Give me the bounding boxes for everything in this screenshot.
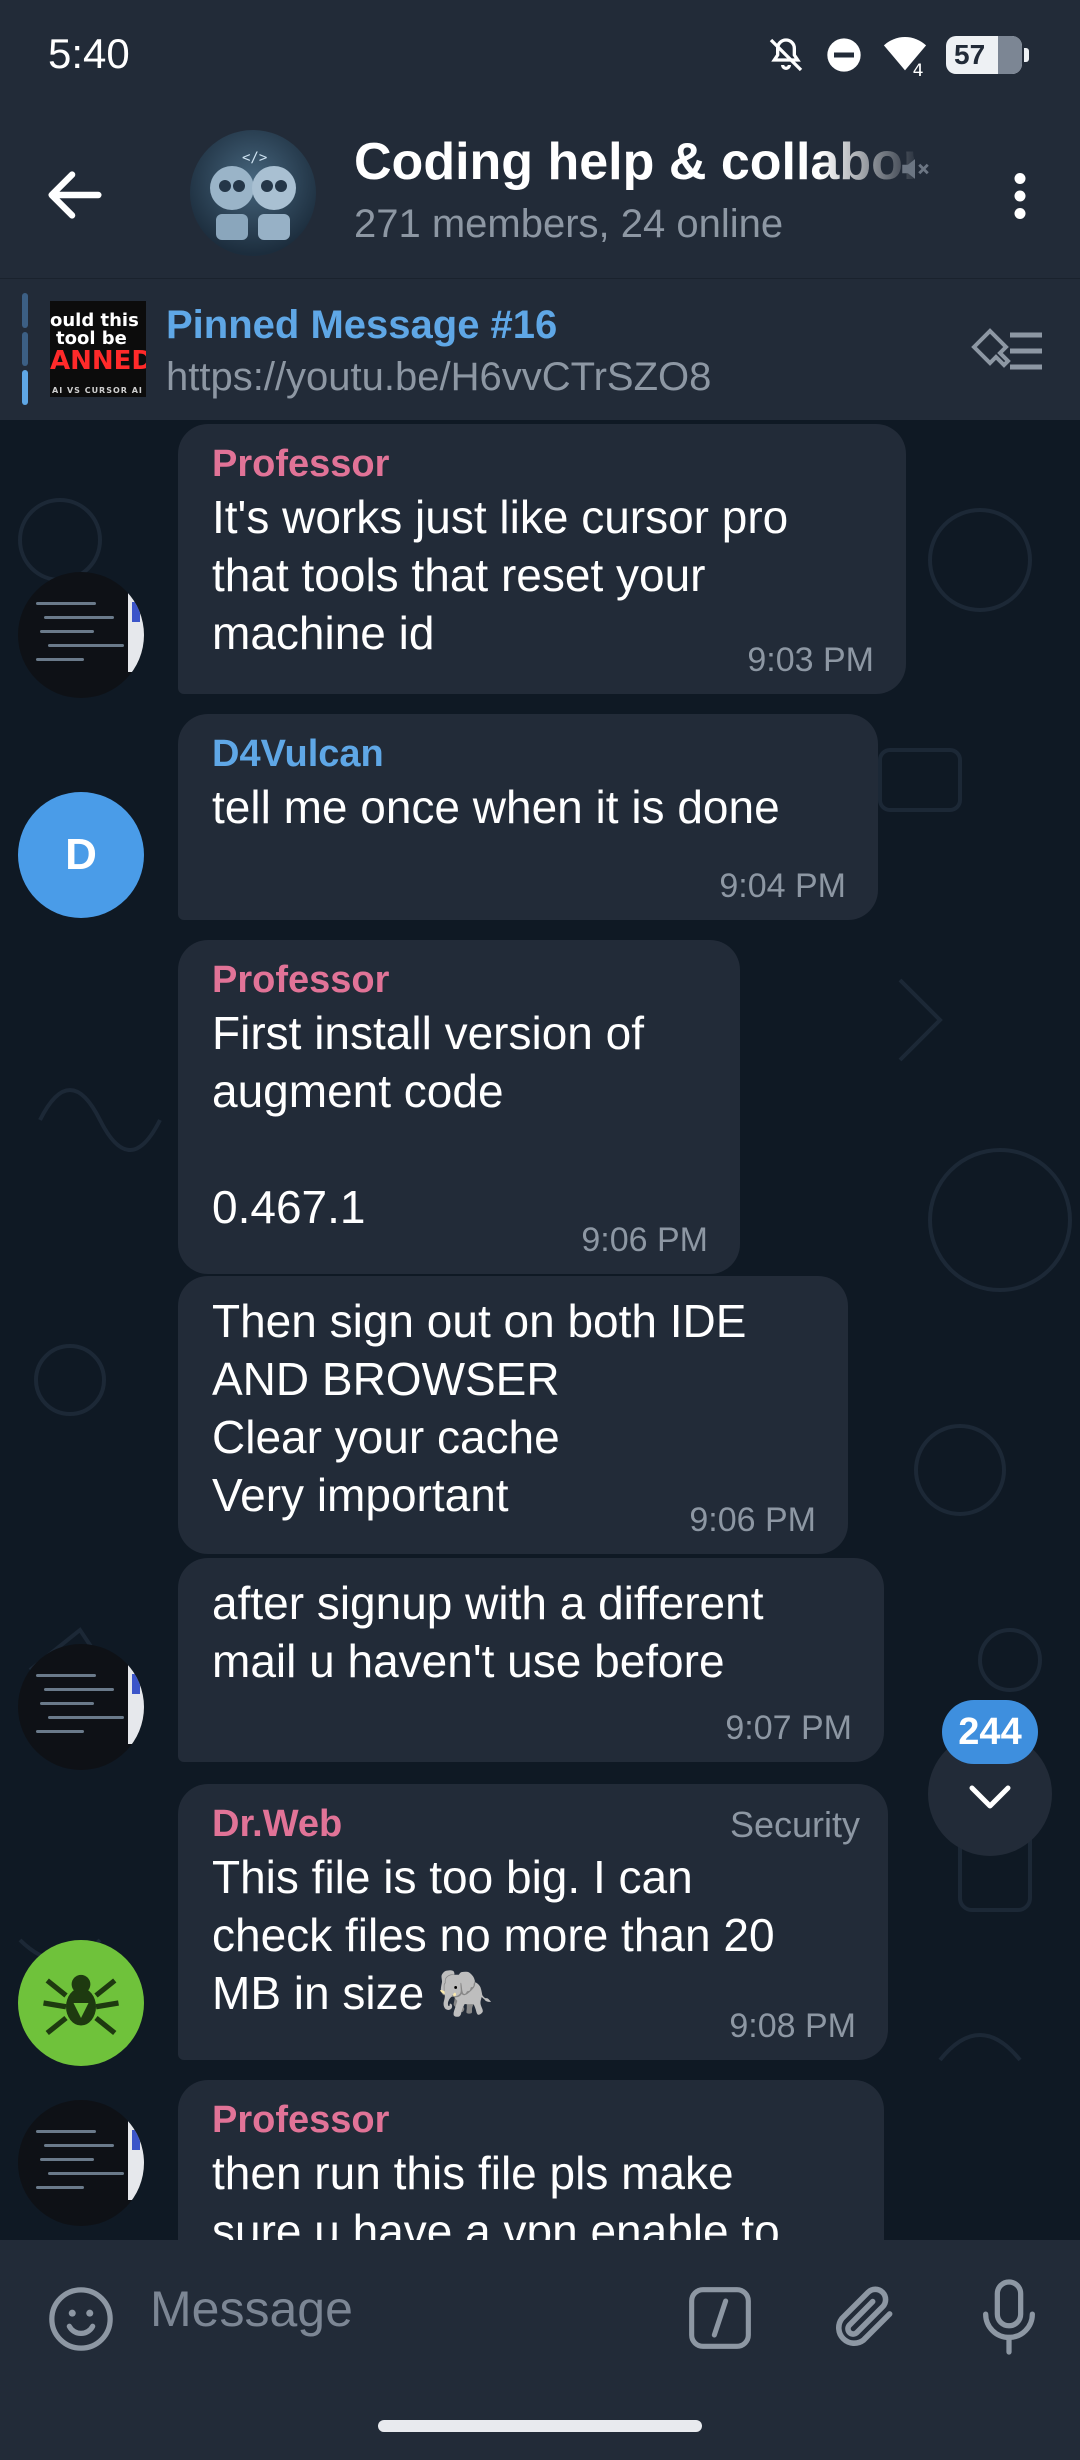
chat-header: </> Coding help & collabor 271 members, … [0, 110, 1080, 278]
bot-command-icon[interactable] [686, 2284, 754, 2352]
avatar-professor[interactable] [18, 2100, 144, 2226]
back-arrow-icon[interactable] [40, 160, 110, 230]
battery-level: 57 [954, 39, 986, 70]
message-sender[interactable]: Professor [212, 956, 706, 1004]
spider-icon [43, 1974, 119, 2036]
message-time: 9:06 PM [581, 1221, 708, 1259]
svg-text:4: 4 [913, 61, 924, 78]
message-time: 9:08 PM [729, 2007, 856, 2045]
message-text: then run this file pls make sure u have … [212, 2147, 780, 2240]
message-input-bar: Message [0, 2240, 1080, 2390]
message-sender[interactable]: Professor [212, 2096, 850, 2144]
message-list[interactable]: Professor It's works just like cursor pr… [0, 420, 1080, 2240]
group-avatar[interactable]: </> [190, 130, 316, 256]
chat-subtitle: 271 members, 24 online [354, 202, 784, 246]
unread-count-badge[interactable]: 244 [942, 1700, 1038, 1764]
message-bubble[interactable]: after signup with a different mail u hav… [178, 1558, 884, 1762]
message-bubble[interactable]: Professor It's works just like cursor pr… [178, 424, 906, 694]
more-vertical-icon[interactable] [990, 162, 1050, 230]
pinned-link[interactable]: https://youtu.be/H6vvCTrSZO8 [166, 355, 711, 400]
attach-icon[interactable] [828, 2280, 902, 2354]
pinned-thumbnail: ould this tool be ANNED!!! AI VS CURSOR … [50, 301, 146, 397]
message-text: after signup with a different mail u hav… [212, 1577, 764, 1687]
avatar-professor[interactable] [18, 572, 144, 698]
message-text: This file is too big. I can check files … [212, 1851, 775, 2019]
muted-icon [902, 159, 929, 179]
home-gesture-handle[interactable] [378, 2420, 702, 2432]
status-icons: 4 57 [766, 32, 1029, 78]
message-bubble[interactable]: D4Vulcan tell me once when it is done 9:… [178, 714, 878, 920]
emoji-icon[interactable] [46, 2284, 116, 2354]
message-time: 9:06 PM [689, 1501, 816, 1539]
message-text: Then sign out on both IDE AND BROWSER Cl… [212, 1295, 747, 1521]
pinned-list-icon[interactable] [966, 319, 1046, 379]
message-bubble[interactable]: Professor then run this file pls make su… [178, 2080, 884, 2240]
message-sender[interactable]: Professor [212, 440, 872, 488]
bell-off-icon [769, 38, 803, 72]
pinned-indicator [22, 293, 28, 406]
wifi-icon: 4 [883, 37, 927, 78]
message-time: 9:03 PM [747, 641, 874, 679]
message-input[interactable]: Message [150, 2280, 353, 2338]
message-text: It's works just like cursor pro that too… [212, 491, 789, 659]
message-bubble[interactable]: Then sign out on both IDE AND BROWSER Cl… [178, 1276, 848, 1554]
message-sender[interactable]: D4Vulcan [212, 730, 844, 778]
dnd-icon [827, 38, 861, 72]
avatar-drweb[interactable] [18, 1940, 144, 2066]
robots-image: </> [210, 150, 296, 240]
message-time: 9:07 PM [725, 1709, 852, 1747]
message-text: tell me once when it is done [212, 781, 780, 833]
message-bubble[interactable]: Professor First install version of augme… [178, 940, 740, 1274]
status-time: 5:40 [48, 30, 130, 77]
pinned-title: Pinned Message #16 [166, 303, 558, 347]
avatar-professor[interactable] [18, 1644, 144, 1770]
mic-icon[interactable] [974, 2276, 1044, 2358]
status-bar: 5:40 4 57 [0, 0, 1080, 110]
svg-text:</>: </> [242, 150, 267, 166]
message-bubble[interactable]: Dr.Web Security This file is too big. I … [178, 1784, 888, 2060]
message-text: First install version of augment code 0.… [212, 1007, 645, 1233]
avatar-d4vulcan[interactable]: D [18, 792, 144, 918]
message-time: 9:04 PM [719, 867, 846, 905]
battery-icon: 57 [946, 36, 1029, 74]
member-role-badge: Security [729, 1804, 860, 1845]
pinned-message-bar[interactable]: ould this tool be ANNED!!! AI VS CURSOR … [0, 278, 1080, 420]
system-nav-bar [0, 2390, 1080, 2460]
